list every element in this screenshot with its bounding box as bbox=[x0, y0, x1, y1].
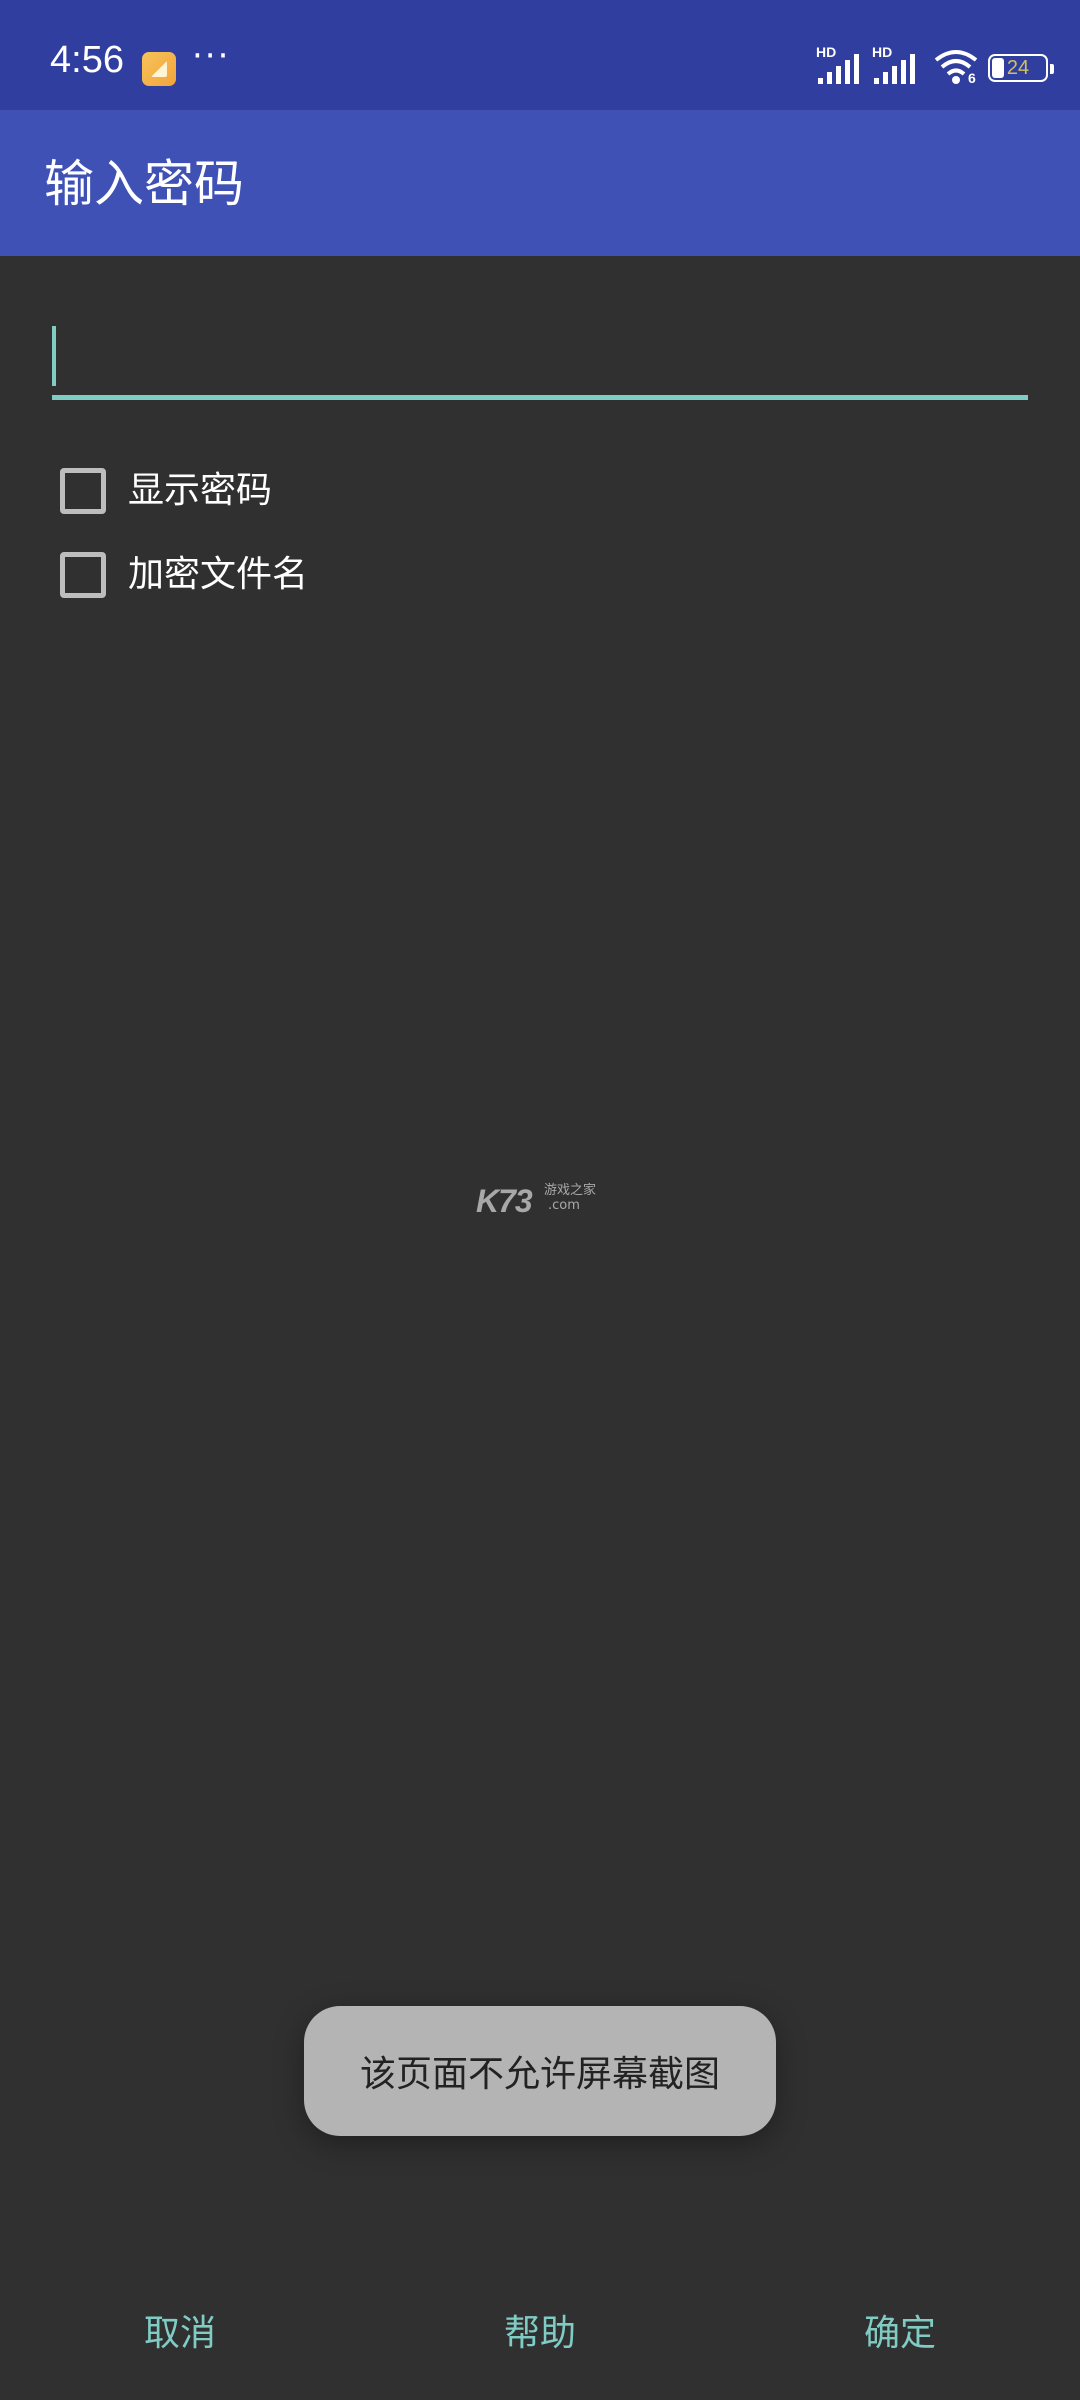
encrypt-filename-checkbox[interactable]: 加密文件名 bbox=[60, 545, 308, 605]
app-bar: 输入密码 bbox=[0, 110, 1080, 256]
signal-bars-icon bbox=[874, 54, 915, 84]
text-cursor bbox=[52, 326, 56, 386]
toast-text: 该页面不允许屏幕截图 bbox=[359, 2054, 720, 2095]
battery-percent: 24 bbox=[1006, 57, 1030, 79]
status-bar: 4:56 ··· HD HD 6 24 bbox=[0, 0, 1080, 110]
wifi-icon: 6 bbox=[932, 48, 980, 88]
signal-icon: HD bbox=[872, 44, 924, 88]
watermark-main: K73 bbox=[476, 1183, 533, 1219]
watermark-domain: .com bbox=[548, 1198, 580, 1213]
password-input[interactable] bbox=[52, 320, 1028, 400]
page-title: 输入密码 bbox=[44, 155, 244, 213]
dialog-button-bar: 取消 帮助 确定 bbox=[0, 2280, 1080, 2380]
ok-button[interactable]: 确定 bbox=[790, 2280, 1010, 2380]
status-time: 4:56 bbox=[50, 39, 124, 81]
wifi-badge: 6 bbox=[968, 70, 976, 86]
checkbox-box[interactable] bbox=[60, 468, 106, 514]
cancel-button[interactable]: 取消 bbox=[70, 2280, 290, 2380]
signal-icon: HD bbox=[816, 44, 868, 88]
signal-bars-icon bbox=[818, 54, 859, 84]
show-password-checkbox[interactable]: 显示密码 bbox=[60, 461, 272, 521]
show-password-label: 显示密码 bbox=[128, 470, 273, 511]
more-notifications-icon: ··· bbox=[192, 36, 231, 76]
checkbox-box[interactable] bbox=[60, 552, 106, 598]
notification-app-icon bbox=[142, 52, 176, 86]
toast-message: 该页面不允许屏幕截图 bbox=[304, 2006, 776, 2136]
watermark-sub: 游戏之家 bbox=[544, 1183, 597, 1198]
battery-icon: 24 bbox=[988, 54, 1054, 82]
encrypt-filename-label: 加密文件名 bbox=[128, 554, 309, 595]
watermark-logo: K73 游戏之家 .com bbox=[476, 1182, 606, 1219]
help-button[interactable]: 帮助 bbox=[430, 2280, 650, 2380]
input-underline bbox=[52, 395, 1028, 400]
